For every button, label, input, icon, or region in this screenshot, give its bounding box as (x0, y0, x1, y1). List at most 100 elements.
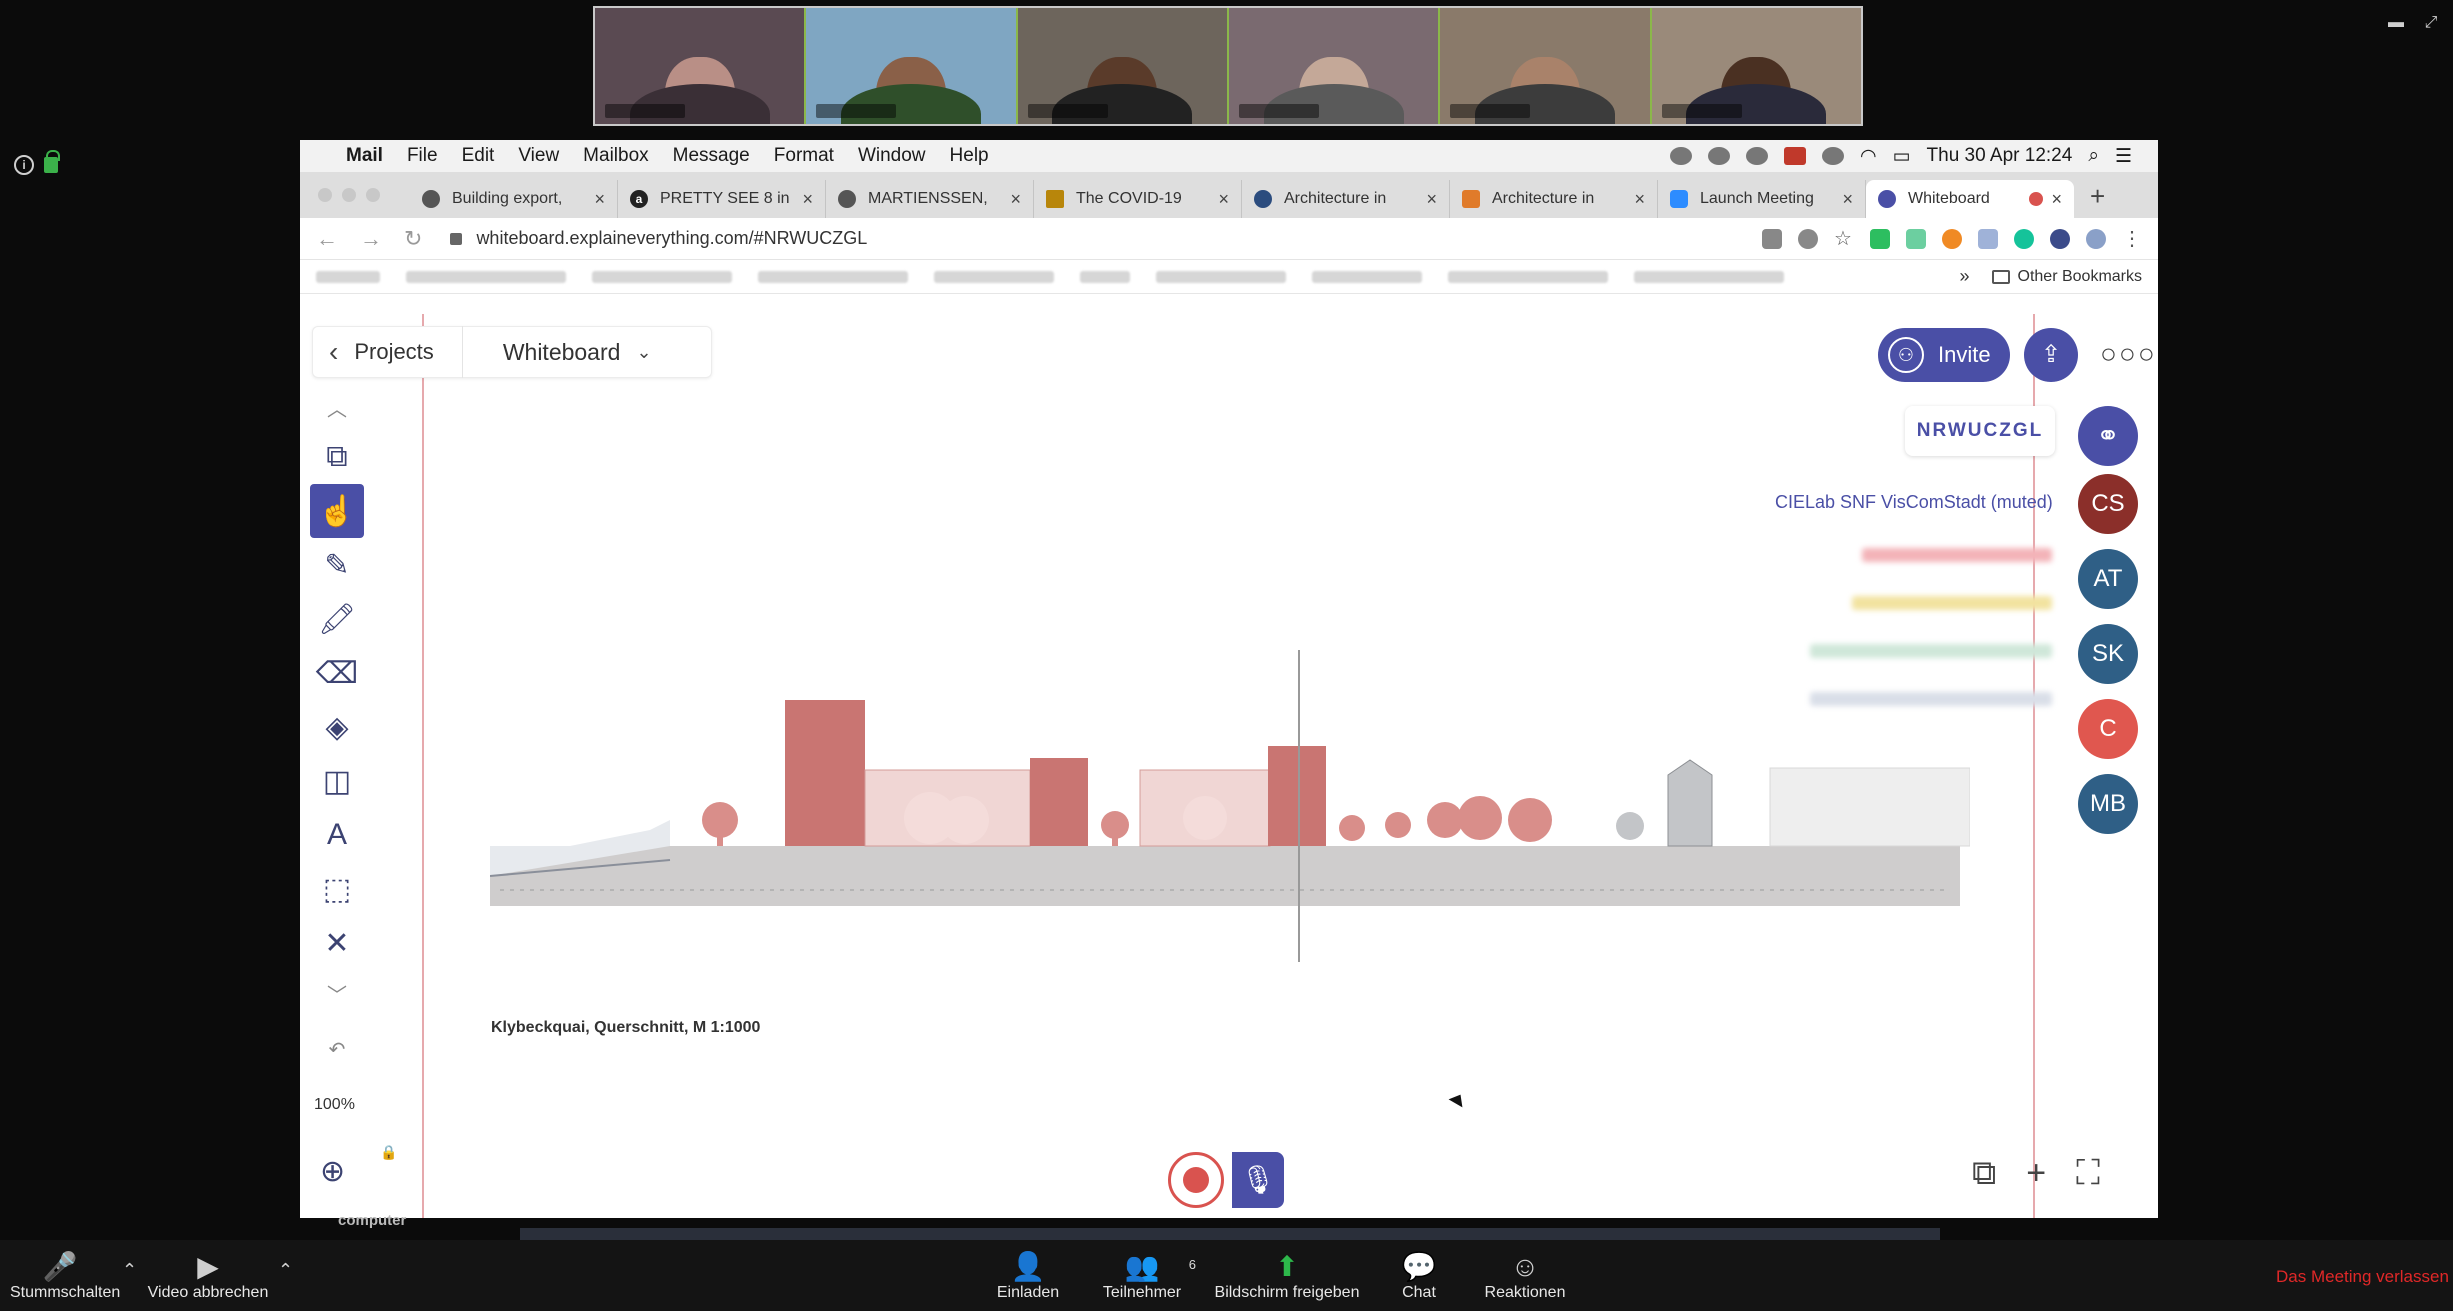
cross-section-drawing[interactable] (490, 650, 1970, 1010)
status-icon[interactable] (1745, 147, 1768, 165)
leave-meeting-button[interactable]: Das Meeting verlassen (2276, 1267, 2449, 1287)
close-tab-icon[interactable]: × (1842, 189, 1853, 210)
new-tab-button[interactable]: + (2090, 181, 2105, 212)
menu-file[interactable]: File (407, 145, 438, 167)
bookmark-item[interactable] (1634, 270, 1784, 283)
chevron-left-icon[interactable]: ‹ (329, 336, 338, 368)
status-icon[interactable] (1669, 147, 1692, 165)
projects-link[interactable]: Projects (354, 326, 463, 378)
board-name[interactable]: Whiteboard (503, 339, 621, 366)
chevron-up-icon[interactable]: ︿ (310, 384, 364, 430)
menu-message[interactable]: Message (673, 145, 750, 167)
maximize-window-button[interactable] (366, 188, 380, 202)
status-icon[interactable] (1821, 147, 1844, 165)
extension-icon[interactable] (2050, 228, 2070, 249)
bookmark-star-icon[interactable]: ☆ (1834, 229, 1854, 249)
spotlight-search-icon[interactable]: ⌕ (2088, 145, 2099, 167)
bookmark-item[interactable] (1080, 270, 1130, 283)
video-tile[interactable] (1226, 8, 1439, 124)
video-tile[interactable] (1015, 8, 1227, 124)
bookmark-item[interactable] (316, 270, 380, 283)
close-tab-icon[interactable]: × (2051, 189, 2062, 210)
invite-participants-button[interactable]: 👤 Einladen (990, 1250, 1066, 1302)
hand-tool-icon[interactable]: ☝ (310, 484, 364, 538)
add-slide-icon[interactable]: ⧉ (310, 430, 364, 484)
video-tile[interactable] (1649, 8, 1861, 124)
share-icon[interactable]: ⇪ (2024, 328, 2078, 382)
eraser-tool-icon[interactable]: ⌫ (310, 646, 364, 700)
session-code[interactable]: NRWUCZGL (1905, 406, 2055, 456)
participants-button[interactable]: 👥 6 Teilnehmer (1100, 1250, 1196, 1302)
menu-app-name[interactable]: Mail (346, 145, 383, 167)
avatar[interactable]: MB (2078, 774, 2138, 834)
video-tile[interactable] (1438, 8, 1650, 124)
chevron-down-icon[interactable]: ﹀ (310, 970, 364, 1016)
antivirus-icon[interactable] (1783, 147, 1806, 165)
bookmark-item[interactable] (592, 270, 732, 283)
invite-button[interactable]: ⚇ Invite (1878, 328, 2010, 382)
video-tile[interactable] (804, 8, 1016, 124)
wifi-icon[interactable]: ◠ (1860, 145, 1877, 168)
pen-tool-icon[interactable]: ✎ (310, 538, 364, 592)
delete-tool-icon[interactable]: ✕ (310, 916, 364, 970)
avatar[interactable]: AT (2078, 549, 2138, 609)
menu-mailbox[interactable]: Mailbox (583, 145, 648, 167)
menu-window[interactable]: Window (858, 145, 926, 167)
menu-edit[interactable]: Edit (462, 145, 495, 167)
close-tab-icon[interactable]: × (1010, 189, 1021, 210)
extension-icon[interactable] (1978, 228, 1998, 249)
text-tool-icon[interactable]: A (310, 808, 364, 862)
close-window-button[interactable] (318, 188, 332, 202)
audio-options-chevron-icon[interactable]: ⌃ (122, 1260, 137, 1281)
bookmark-item[interactable] (406, 270, 566, 283)
close-tab-icon[interactable]: × (1218, 189, 1229, 210)
video-options-chevron-icon[interactable]: ⌃ (278, 1260, 293, 1281)
menu-view[interactable]: View (518, 145, 559, 167)
zoom-in-icon[interactable]: ⊕ (320, 1154, 345, 1189)
extension-icon[interactable] (1942, 228, 1962, 249)
bookmark-item[interactable] (1312, 270, 1422, 283)
minimize-window-button[interactable] (342, 188, 356, 202)
forward-arrow-icon[interactable]: → (360, 226, 382, 252)
other-bookmarks[interactable]: Other Bookmarks (1991, 268, 2142, 286)
meeting-info-icon[interactable]: i (14, 155, 34, 175)
extension-icon[interactable] (1906, 228, 1926, 249)
close-tab-icon[interactable]: × (594, 189, 605, 210)
menu-format[interactable]: Format (774, 145, 834, 167)
evernote-icon[interactable] (1870, 228, 1890, 249)
mute-button[interactable]: 🎤 Stummschalten (10, 1250, 120, 1302)
browser-tab-active[interactable]: Whiteboard × (1866, 180, 2074, 218)
highlighter-tool-icon[interactable]: 🖍 (310, 592, 364, 646)
reload-icon[interactable]: ↻ (404, 226, 422, 252)
undo-icon[interactable]: ↶ (310, 1026, 364, 1072)
clock[interactable]: Thu 30 Apr 12:24 (1927, 145, 2073, 167)
bookmark-item[interactable] (758, 270, 908, 283)
menu-help[interactable]: Help (950, 145, 989, 167)
reactions-button[interactable]: ☺ Reaktionen (1482, 1250, 1568, 1302)
gallery-view-icon[interactable]: ▬ (2385, 14, 2407, 32)
slides-icon[interactable]: ⧉ (1972, 1154, 1996, 1193)
avatar[interactable]: SK (2078, 624, 2138, 684)
record-button[interactable] (1168, 1152, 1224, 1208)
chat-button[interactable]: 💬 Chat (1394, 1250, 1444, 1302)
browser-tab[interactable]: Launch Meeting × (1658, 180, 1866, 218)
battery-icon[interactable]: ▭ (1893, 145, 1911, 168)
status-icon[interactable] (1707, 147, 1730, 165)
browser-tab[interactable]: The COVID-19 × (1034, 180, 1242, 218)
zoom-page-icon[interactable] (1798, 228, 1818, 249)
browser-tab[interactable]: Building export, × (410, 180, 618, 218)
bookmark-item[interactable] (1448, 270, 1608, 283)
close-tab-icon[interactable]: × (1426, 189, 1437, 210)
notification-center-icon[interactable]: ☰ (2115, 145, 2132, 168)
bookmark-item[interactable] (934, 270, 1054, 283)
browser-tab[interactable]: Architecture in × (1450, 180, 1658, 218)
encryption-lock-icon[interactable] (44, 150, 60, 173)
fullscreen-icon[interactable]: ⛶ (2076, 1154, 2100, 1193)
chevron-down-icon[interactable]: ⌄ (636, 342, 651, 363)
more-options-icon[interactable]: ○○○ (2100, 338, 2157, 370)
camera-icon[interactable] (1762, 228, 1782, 249)
browser-tab[interactable]: MARTIENSSEN, × (826, 180, 1034, 218)
browser-tab[interactable]: a PRETTY SEE 8 in × (618, 180, 826, 218)
url-field[interactable]: whiteboard.explaineverything.com/#NRWUCZ… (444, 228, 1762, 249)
select-tool-icon[interactable]: ⬚ (310, 862, 364, 916)
